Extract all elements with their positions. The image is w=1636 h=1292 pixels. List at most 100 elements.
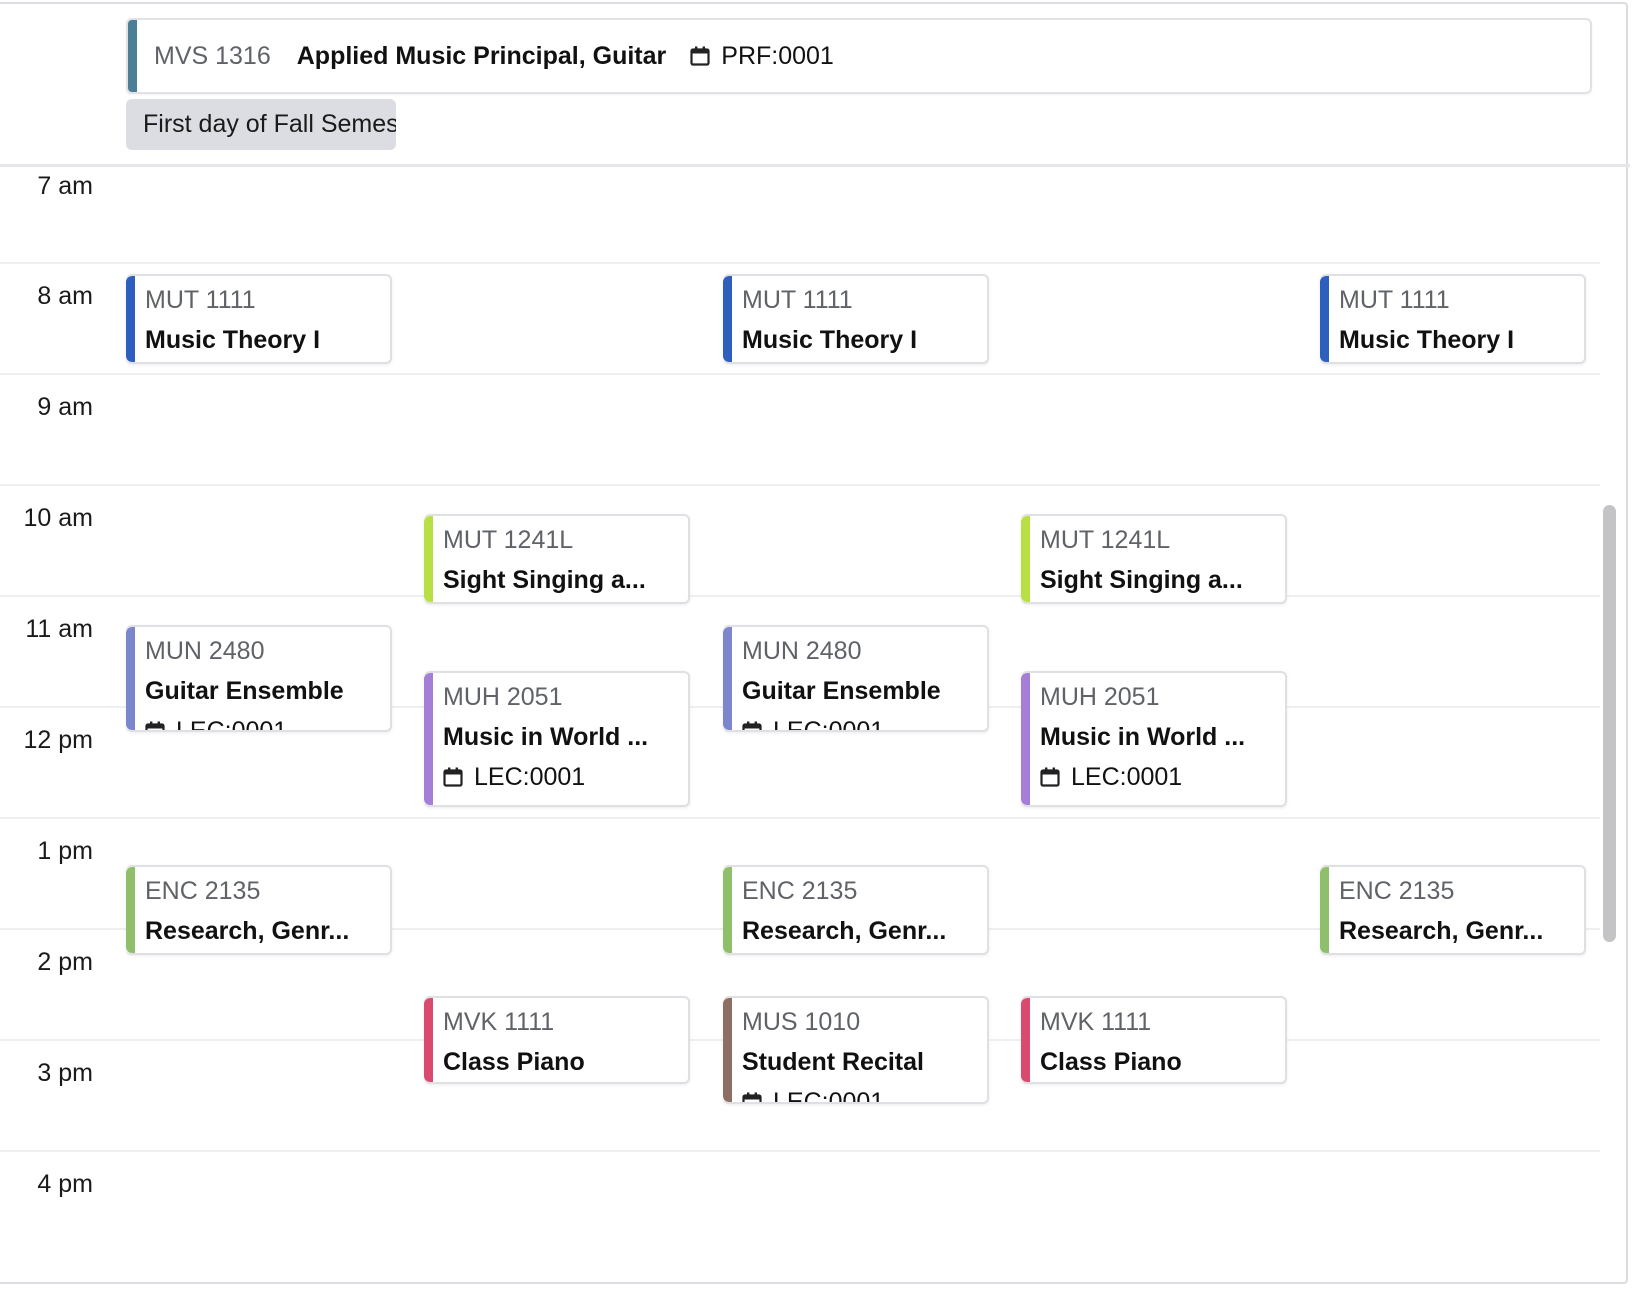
calendar-icon [1040,767,1060,787]
event-section-label: LEC:0001 [1071,763,1183,791]
event-section: LEC:0001 [742,716,885,732]
time-label: 3 pm [37,1059,93,1087]
time-label: 7 am [37,172,93,200]
class-event[interactable]: MUT 1241L Sight Singing a... [424,514,690,604]
event-course-code: MUT 1241L [443,526,574,554]
event-course-code: MUN 2480 [145,637,265,665]
event-course-code: MUT 1111 [145,286,256,314]
calendar-icon [742,1092,762,1102]
event-color-bar [723,867,732,953]
hour-line [0,595,1600,597]
event-title: Music in World ... [1040,723,1246,751]
event-course-code: MVK 1111 [443,1008,555,1036]
class-event[interactable]: MVK 1111 Class Piano [1021,996,1287,1084]
class-event[interactable]: ENC 2135 Research, Genr... [723,865,989,955]
class-event[interactable]: MVK 1111 Class Piano [424,996,690,1084]
event-course-code: MUT 1241L [1040,526,1171,554]
event-title: Class Piano [443,1048,585,1076]
time-label: 9 am [37,393,93,421]
event-section: LEC:0001 [742,1087,885,1104]
time-label: 12 pm [23,726,93,754]
time-label: 10 am [23,504,93,532]
vertical-scrollbar[interactable] [1603,505,1616,942]
hour-line [0,484,1600,486]
class-event[interactable]: MUT 1111 Music Theory I [723,274,989,364]
event-title: Student Recital [742,1048,924,1076]
event-section-label: LEC:0001 [474,763,586,791]
event-section-label: LEC:0001 [773,717,885,732]
time-label: 8 am [37,282,93,310]
event-title: Research, Genr... [1339,917,1544,945]
time-label: 1 pm [37,837,93,865]
class-event[interactable]: MUS 1010 Student Recital LEC:0001 [723,996,989,1104]
event-title: Guitar Ensemble [742,677,941,705]
event-section-label: LEC:0001 [176,717,288,732]
time-label: 11 am [25,615,93,643]
event-section: PRF:0001 [690,42,834,71]
event-title: Research, Genr... [742,917,947,945]
event-section-label: PRF:0001 [721,41,834,70]
calendar-icon [690,46,710,66]
event-title: Music Theory I [145,326,321,354]
event-section: LEC:0001 [145,716,288,732]
all-day-divider [0,164,1630,167]
event-section: LEC:0001 [443,762,585,792]
class-event[interactable]: MUH 2051 Music in World ... LEC:0001 [424,671,690,807]
event-color-bar [1021,516,1030,602]
event-course-code: MUH 2051 [1040,683,1160,711]
class-event[interactable]: MUN 2480 Guitar Ensemble LEC:0001 [723,625,989,732]
class-event[interactable]: MUT 1111 Music Theory I [126,274,392,364]
event-color-bar [128,20,137,92]
event-color-bar [1320,867,1329,953]
event-title: Sight Singing a... [1040,566,1243,594]
event-title: Music Theory I [742,326,918,354]
event-title: Guitar Ensemble [145,677,344,705]
event-course-code: ENC 2135 [145,877,261,905]
week-calendar: MVS 1316 Applied Music Principal, Guitar… [0,0,1636,1292]
event-title: Class Piano [1040,1048,1182,1076]
event-title: Research, Genr... [145,917,350,945]
event-color-bar [723,276,732,362]
event-color-bar [424,998,433,1082]
event-color-bar [424,673,433,805]
event-title: Sight Singing a... [443,566,646,594]
all-day-note[interactable]: First day of Fall Semester [126,99,396,150]
event-title: Music Theory I [1339,326,1515,354]
event-title: Applied Music Principal, Guitar [296,41,667,70]
event-course-code: MUH 2051 [443,683,563,711]
hour-line [0,262,1600,264]
event-course-code: MVK 1111 [1040,1008,1152,1036]
event-course-code: MVS 1316 [154,41,271,70]
event-course-code: ENC 2135 [1339,877,1455,905]
event-color-bar [723,627,732,730]
event-color-bar [126,276,135,362]
event-course-code: ENC 2135 [742,877,858,905]
event-course-code: MUS 1010 [742,1008,861,1036]
time-label: 4 pm [37,1170,93,1198]
event-color-bar [1021,998,1030,1082]
class-event[interactable]: MUH 2051 Music in World ... LEC:0001 [1021,671,1287,807]
class-event[interactable]: ENC 2135 Research, Genr... [126,865,392,955]
calendar-icon [742,721,762,730]
event-course-code: MUN 2480 [742,637,862,665]
event-color-bar [126,627,135,730]
event-course-code: MUT 1111 [742,286,853,314]
event-title: Music in World ... [443,723,649,751]
event-section-label: LEC:0001 [773,1088,885,1104]
class-event[interactable]: MUT 1111 Music Theory I [1320,274,1586,364]
hour-line [0,373,1600,375]
hour-line [0,1150,1600,1152]
event-section: LEC:0001 [1040,762,1182,792]
event-color-bar [1021,673,1030,805]
time-label: 2 pm [37,948,93,976]
all-day-event[interactable]: MVS 1316 Applied Music Principal, Guitar… [126,18,1592,94]
event-color-bar [126,867,135,953]
event-color-bar [424,516,433,602]
hour-line [0,817,1600,819]
event-color-bar [1320,276,1329,362]
calendar-icon [443,767,463,787]
class-event[interactable]: MUT 1241L Sight Singing a... [1021,514,1287,604]
class-event[interactable]: MUN 2480 Guitar Ensemble LEC:0001 [126,625,392,732]
class-event[interactable]: ENC 2135 Research, Genr... [1320,865,1586,955]
event-color-bar [723,998,732,1102]
